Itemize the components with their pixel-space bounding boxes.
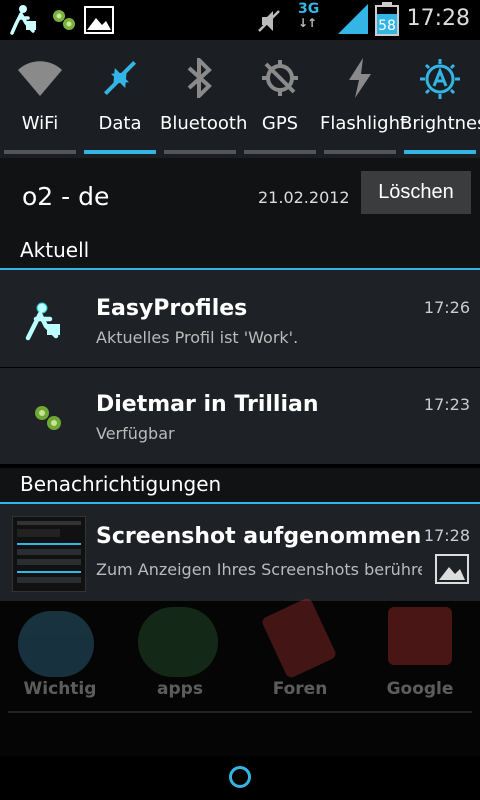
- launcher-app-label: Wichtig: [23, 679, 97, 699]
- notification-title: Dietmar in Trillian: [96, 392, 319, 417]
- folder-icon: [18, 611, 94, 677]
- qs-indicator-flashlight: [324, 150, 396, 154]
- qs-toggle-wifi[interactable]: WiFi: [0, 40, 80, 158]
- section-title-notifications: Benachrichtigungen: [20, 472, 222, 496]
- notification-trillian[interactable]: Dietmar in Trillian Verfügbar 17:23: [0, 368, 480, 465]
- qs-indicator-brightness: [404, 150, 476, 154]
- trillian-icon: [35, 406, 61, 430]
- notification-time: 17:26: [423, 298, 470, 317]
- notification-text: Verfügbar: [96, 424, 175, 443]
- battery-level-text: 58: [378, 18, 396, 34]
- notification-easyprofiles[interactable]: EasyProfiles Aktuelles Profil ist 'Work'…: [0, 270, 480, 368]
- launcher-app-label: Foren: [272, 679, 328, 699]
- qs-toggle-gps[interactable]: GPS: [240, 40, 320, 158]
- easyprofiles-walker-icon: [25, 302, 60, 341]
- qs-indicator-wifi: [4, 150, 76, 154]
- qs-label-brightness-text: Brightness: [400, 113, 480, 134]
- qs-indicator-data: [84, 150, 156, 154]
- qs-toggle-flashlight[interactable]: Flashlight: [320, 40, 408, 158]
- image-icon: [435, 554, 469, 584]
- notification-screenshot[interactable]: Screenshot aufgenommen Zum Anzeigen Ihre…: [0, 504, 480, 602]
- screenshot-thumbnail: [12, 516, 86, 592]
- flashlight-icon: [349, 58, 371, 98]
- qs-label-wifi: WiFi: [21, 113, 59, 134]
- notification-title: EasyProfiles: [96, 296, 248, 321]
- launcher-app-label: apps: [157, 679, 203, 699]
- tag-icon: [260, 596, 338, 680]
- qs-label-gps: GPS: [261, 113, 299, 134]
- signal-icon: [338, 4, 368, 34]
- status-bar: 3G ↓↑ 58 17:28: [0, 0, 480, 40]
- qs-label-data: Data: [98, 113, 142, 134]
- mute-icon: [258, 10, 280, 32]
- easyprofiles-walker-icon: [10, 5, 36, 35]
- clear-all-button[interactable]: Löschen: [361, 171, 471, 214]
- trillian-icon: [53, 10, 75, 30]
- section-header-notifications: Benachrichtigungen: [0, 468, 480, 504]
- section-title-current: Aktuell: [20, 238, 90, 262]
- quick-settings: WiFi Data Bluetooth GPS Flashlight Brigh…: [0, 40, 480, 158]
- panel-drag-handle[interactable]: [229, 766, 251, 788]
- carrier-name: o2 - de: [22, 182, 110, 211]
- notification-text: Aktuelles Profil ist 'Work'.: [96, 328, 299, 347]
- gmail-icon: [388, 607, 452, 665]
- notification-time: 17:23: [423, 395, 470, 414]
- clock: 17:28: [406, 6, 470, 31]
- wifi-icon: [18, 61, 62, 96]
- qs-toggle-data[interactable]: Data: [80, 40, 160, 158]
- qs-label-flashlight: Flashlight: [320, 113, 408, 134]
- data-icon: [103, 60, 137, 96]
- brightness-auto-icon: [420, 59, 460, 99]
- dock-divider: [8, 711, 472, 713]
- notification-text: Zum Anzeigen Ihres Screenshots berühren: [96, 560, 422, 579]
- qs-toggle-brightness[interactable]: Brightness: [400, 40, 480, 158]
- launcher-app-label: Google: [386, 679, 454, 699]
- qs-toggle-bluetooth[interactable]: Bluetooth: [160, 40, 248, 158]
- date-label: 21.02.2012: [258, 188, 350, 207]
- battery-icon: 58: [375, 2, 399, 36]
- qs-label-bluetooth: Bluetooth: [160, 113, 248, 134]
- notification-title: Screenshot aufgenommen: [96, 524, 422, 549]
- carrier-row: o2 - de 21.02.2012 Löschen: [0, 158, 480, 234]
- qs-indicator-gps: [244, 150, 316, 154]
- notification-time: 17:28: [423, 526, 470, 545]
- qs-indicator-bluetooth: [164, 150, 236, 154]
- section-header-current: Aktuell: [0, 234, 480, 270]
- network-type-label: 3G ↓↑: [298, 1, 320, 30]
- image-icon: [84, 6, 114, 34]
- panel-bottom-bar: [0, 756, 480, 800]
- folder-icon: [138, 607, 218, 677]
- bluetooth-icon: [187, 58, 212, 98]
- launcher-background: Wichtig apps Foren Google: [0, 596, 480, 756]
- qs-label-brightness: Brightness: [400, 113, 480, 135]
- gps-icon: [262, 60, 298, 96]
